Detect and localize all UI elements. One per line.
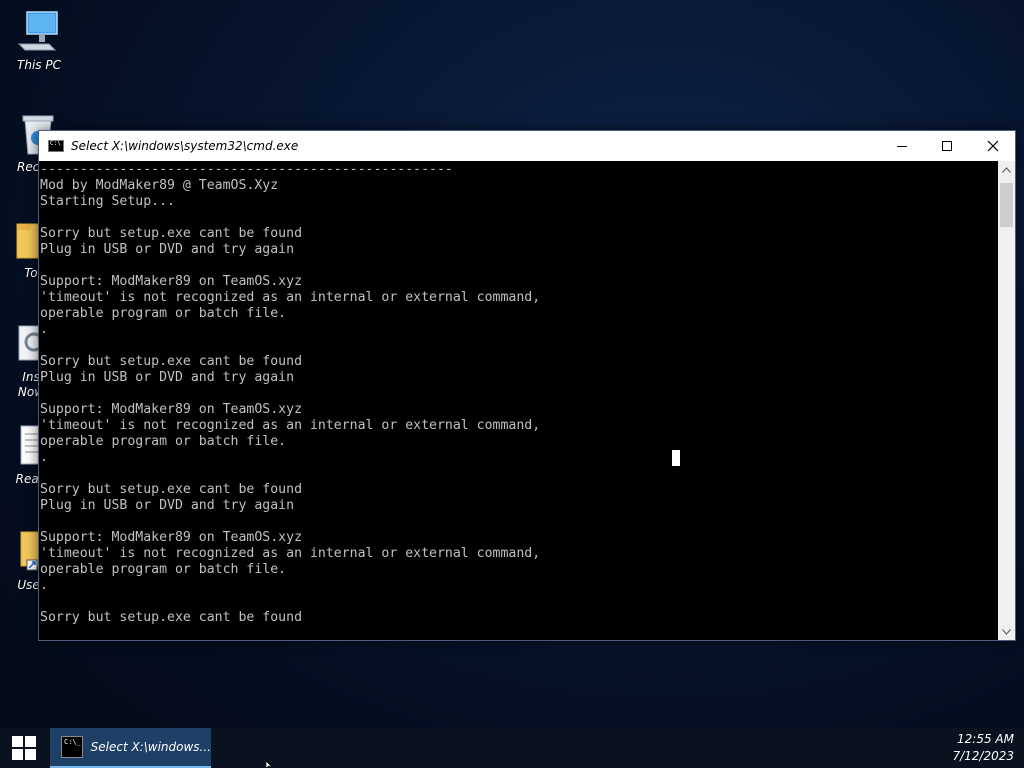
- console-line: 'timeout' is not recognized as an intern…: [40, 290, 541, 305]
- mouse-pointer-icon: [266, 761, 274, 768]
- console-line: Support: ModMaker89 on TeamOS.xyz: [40, 530, 303, 545]
- chevron-up-icon: [1002, 166, 1011, 173]
- console-line: Plug in USB or DVD and try again: [40, 498, 295, 513]
- console-line: Sorry but setup.exe cant be found: [40, 482, 303, 497]
- maximize-icon: [941, 141, 952, 151]
- chevron-down-icon: [1002, 628, 1011, 635]
- console-line: Support: ModMaker89 on TeamOS.xyz: [40, 274, 303, 289]
- console-line: operable program or batch file.: [40, 306, 287, 321]
- console-line: ----------------------------------------…: [40, 162, 453, 177]
- close-button[interactable]: [970, 131, 1015, 161]
- scrollbar-thumb[interactable]: [1000, 183, 1013, 227]
- minimize-button[interactable]: [879, 131, 924, 161]
- console-line: operable program or batch file.: [40, 434, 287, 449]
- console-line: Support: ModMaker89 on TeamOS.xyz: [40, 402, 303, 417]
- desktop-icon-label: This PC: [17, 58, 61, 72]
- clock-time: 12:55 AM: [957, 732, 1014, 746]
- windows-logo-icon: [12, 736, 36, 760]
- console-line: .: [40, 322, 48, 337]
- this-pc-icon: [15, 10, 63, 54]
- cmd-icon: [48, 140, 64, 152]
- console-line: Sorry but setup.exe cant be found: [40, 610, 303, 625]
- system-clock[interactable]: 12:55 AM 7/12/2023: [952, 731, 1014, 765]
- console-line: Plug in USB or DVD and try again: [40, 370, 295, 385]
- desktop-icon-this-pc[interactable]: This PC: [2, 10, 76, 72]
- text-cursor: [672, 450, 680, 466]
- vertical-scrollbar[interactable]: [998, 161, 1015, 640]
- console-line: Sorry but setup.exe cant be found: [40, 226, 303, 241]
- console-line: Starting Setup...: [40, 194, 175, 209]
- taskbar-item-cmd[interactable]: Select X:\windows...: [50, 728, 211, 768]
- close-icon: [987, 140, 998, 152]
- scroll-down-button[interactable]: [998, 623, 1015, 640]
- start-button[interactable]: [0, 728, 48, 768]
- console-line: Plug in USB or DVD and try again: [40, 242, 295, 257]
- taskbar-item-label: Select X:\windows...: [90, 740, 211, 754]
- clock-date: 7/12/2023: [952, 749, 1014, 763]
- console-line: Sorry but setup.exe cant be found: [40, 354, 303, 369]
- console-line: .: [40, 450, 48, 465]
- cmd-window[interactable]: Select X:\windows\system32\cmd.exe -----…: [38, 130, 1016, 641]
- cmd-icon: [61, 736, 83, 758]
- console-line: 'timeout' is not recognized as an intern…: [40, 418, 541, 433]
- maximize-button[interactable]: [924, 131, 969, 161]
- scroll-up-button[interactable]: [998, 161, 1015, 178]
- console-line: operable program or batch file.: [40, 562, 287, 577]
- taskbar: Select X:\windows... 12:55 AM 7/12/2023: [0, 728, 1024, 768]
- console-line: Mod by ModMaker89 @ TeamOS.Xyz: [40, 178, 279, 193]
- minimize-icon: [896, 145, 907, 147]
- console-line: 'timeout' is not recognized as an intern…: [40, 546, 541, 561]
- console-output[interactable]: ----------------------------------------…: [39, 161, 999, 640]
- window-titlebar[interactable]: Select X:\windows\system32\cmd.exe: [39, 131, 1015, 161]
- window-title: Select X:\windows\system32\cmd.exe: [71, 139, 299, 153]
- console-line: .: [40, 578, 48, 593]
